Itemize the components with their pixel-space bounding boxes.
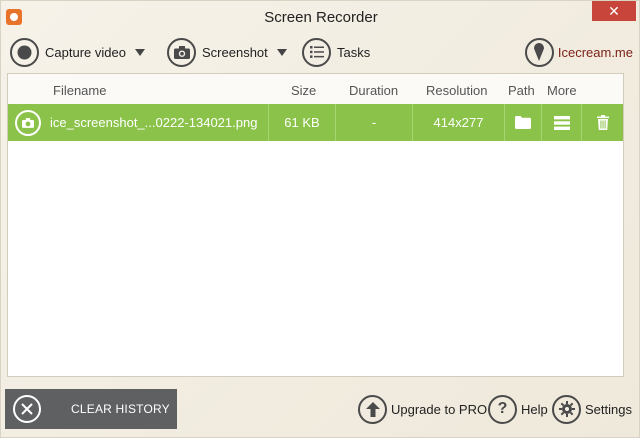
help-button[interactable]: ? Help (488, 393, 548, 425)
camera-icon (167, 37, 196, 67)
column-duration: Duration (349, 83, 399, 98)
icecream-cone-icon (524, 37, 554, 67)
close-icon (13, 395, 41, 423)
menu-icon (553, 115, 570, 130)
table-header: Filename Size Duration Resolution Path M… (8, 74, 623, 104)
tasks-button[interactable]: Tasks (302, 36, 370, 68)
icecream-brand-link[interactable]: Icecream.me (524, 36, 633, 68)
close-button[interactable]: ✕ (592, 1, 636, 21)
row-type-cell (8, 104, 48, 141)
upgrade-label: Upgrade to PRO (391, 401, 488, 417)
arrow-up-icon (358, 394, 387, 424)
window-title: Screen Recorder (264, 9, 378, 26)
help-label: Help (521, 401, 548, 417)
title-bar: Screen Recorder ✕ (1, 1, 640, 33)
filename-cell: ice_screenshot_...0222-134021.png (48, 104, 269, 141)
tasks-label: Tasks (337, 44, 371, 60)
column-filename: Filename (53, 83, 107, 98)
chevron-down-icon[interactable] (134, 48, 145, 56)
size-cell: 61 KB (269, 104, 336, 141)
folder-icon (515, 116, 531, 129)
capture-video-button[interactable]: Capture video (10, 36, 145, 68)
screen-recorder-window: Screen Recorder ✕ Capture video Screensh… (0, 0, 640, 438)
settings-label: Settings (585, 401, 632, 417)
more-menu-button[interactable] (542, 104, 582, 141)
upgrade-to-pro-button[interactable]: Upgrade to PRO (358, 393, 487, 425)
camera-icon (15, 109, 41, 136)
column-path: Path (508, 83, 535, 98)
gear-icon (552, 394, 581, 424)
tasks-list-icon (302, 37, 331, 67)
screenshot-label: Screenshot (202, 44, 268, 60)
toolbar: Capture video Screenshot Tasks Icecream.… (1, 34, 640, 70)
chevron-down-icon[interactable] (276, 48, 287, 56)
record-icon (10, 37, 39, 67)
trash-icon (597, 115, 609, 130)
duration-cell: - (336, 104, 413, 141)
delete-button[interactable] (582, 104, 624, 141)
open-folder-button[interactable] (505, 104, 542, 141)
capture-video-label: Capture video (45, 44, 126, 60)
clear-history-label: CLEAR HISTORY (71, 402, 170, 416)
table-row[interactable]: ice_screenshot_...0222-134021.png 61 KB … (8, 104, 623, 141)
column-resolution: Resolution (426, 83, 488, 98)
clear-history-button[interactable]: CLEAR HISTORY (5, 389, 177, 429)
settings-button[interactable]: Settings (552, 393, 632, 425)
column-size: Size (291, 83, 317, 98)
question-mark-icon: ? (488, 394, 517, 424)
column-more: More (547, 83, 577, 98)
screenshot-button[interactable]: Screenshot (167, 36, 287, 68)
brand-label: Icecream.me (557, 44, 633, 60)
history-table: Filename Size Duration Resolution Path M… (7, 73, 624, 377)
resolution-cell: 414x277 (413, 104, 505, 141)
